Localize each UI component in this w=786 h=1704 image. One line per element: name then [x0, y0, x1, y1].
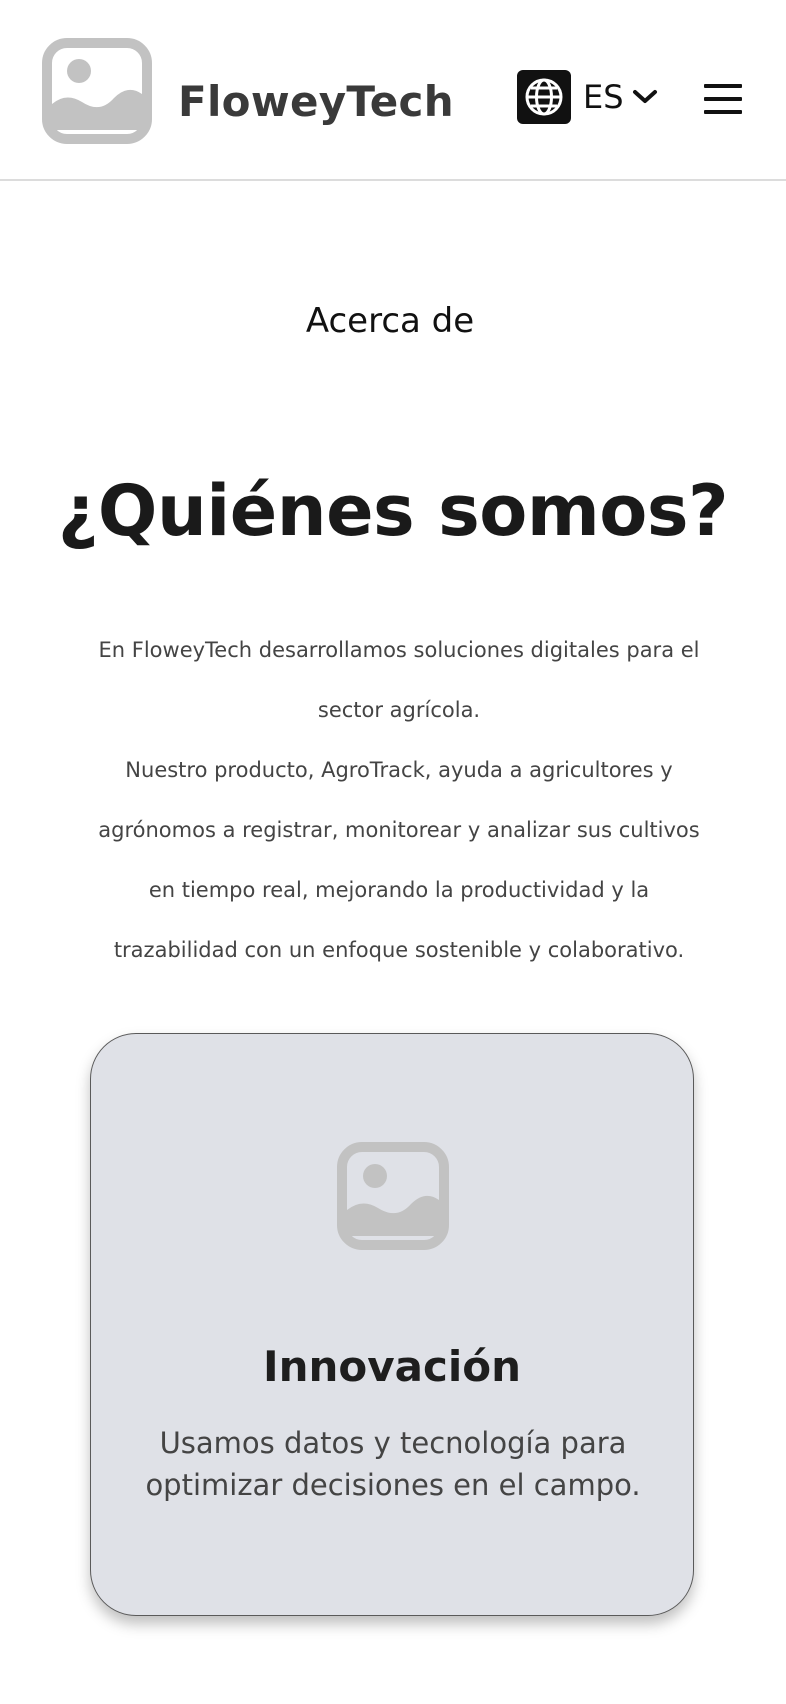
site-header: FloweyTech ES — [0, 0, 786, 181]
feature-card-innovacion: Innovación Usamos datos y tecnología par… — [90, 1033, 694, 1616]
brand-name[interactable]: FloweyTech — [178, 74, 454, 130]
hamburger-bar — [704, 97, 742, 101]
intro-paragraph: En FloweyTech desarrollamos soluciones d… — [98, 638, 700, 722]
chevron-down-icon — [632, 90, 657, 103]
card-title: Innovación — [262, 1342, 522, 1391]
language-selector[interactable]: ES — [517, 70, 658, 124]
hamburger-bar — [704, 110, 742, 114]
hamburger-bar — [704, 84, 742, 88]
intro-text: En FloweyTech desarrollamos soluciones d… — [90, 620, 708, 980]
intro-paragraph: Nuestro producto, AgroTrack, ayuda a agr… — [98, 758, 700, 962]
hamburger-menu-icon[interactable] — [704, 84, 744, 114]
page-title: ¿Quiénes somos? — [57, 470, 729, 552]
image-placeholder-icon — [337, 1142, 449, 1250]
card-description: Usamos datos y tecnología para optimizar… — [145, 1426, 641, 1502]
globe-icon — [517, 70, 571, 124]
section-label: Acerca de — [305, 301, 475, 341]
logo-image-placeholder-icon[interactable] — [42, 38, 152, 144]
language-code: ES — [583, 78, 624, 116]
